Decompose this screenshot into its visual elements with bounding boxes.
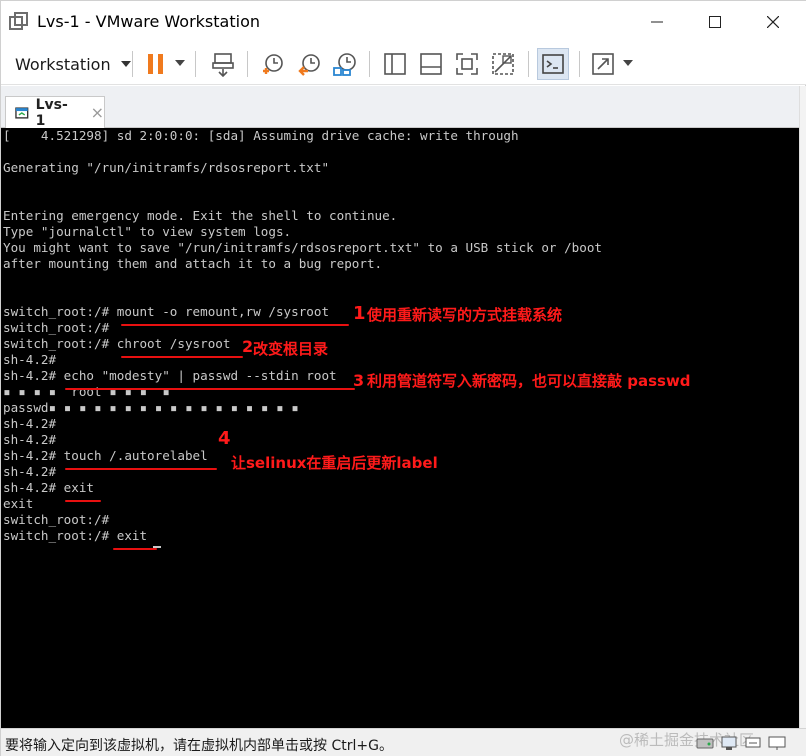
sidebar-layout-icon bbox=[384, 53, 406, 75]
power-dropdown-icon[interactable] bbox=[175, 60, 185, 66]
take-snapshot-button[interactable] bbox=[257, 48, 289, 80]
pause-icon bbox=[148, 54, 163, 74]
console-line: after mounting them and attach it to a b… bbox=[3, 256, 383, 271]
underline-exit-2 bbox=[113, 548, 157, 550]
show-thumbnail-bar-button[interactable] bbox=[415, 48, 447, 80]
console-line: ▪ ▪ ▪ ▪ root ▪ ▪ ▪ ▪ bbox=[3, 384, 170, 399]
toolbar-divider bbox=[195, 51, 196, 77]
maximize-icon bbox=[709, 16, 721, 28]
console-line: switch_root:/# bbox=[3, 512, 110, 527]
toolbar: Workstation bbox=[1, 43, 806, 85]
usb-device-icon[interactable] bbox=[743, 734, 763, 752]
console-line: Entering emergency mode. Exit the shell … bbox=[3, 208, 398, 223]
toolbar-divider bbox=[528, 51, 529, 77]
console-line: switch_root:/# chroot /sysroot bbox=[3, 336, 231, 351]
toolbar-divider bbox=[132, 51, 133, 77]
send-ctrl-alt-del-button[interactable] bbox=[207, 48, 239, 80]
snapshot-manager-button[interactable] bbox=[329, 48, 361, 80]
thumbnail-layout-icon bbox=[420, 53, 442, 75]
console-line: sh-4.2# bbox=[3, 416, 57, 431]
console-view-button[interactable] bbox=[537, 48, 569, 80]
minimize-icon bbox=[651, 21, 663, 23]
vertical-scrollbar[interactable] bbox=[799, 86, 806, 728]
underline-touch bbox=[65, 468, 217, 470]
vm-console[interactable]: [ 4.521298] sd 2:0:0:0: [sda] Assuming d… bbox=[1, 128, 799, 728]
toolbar-divider bbox=[247, 51, 248, 77]
revert-snapshot-icon bbox=[298, 54, 320, 76]
vmware-window: Lvs-1 - VMware Workstation Workstation L… bbox=[0, 0, 806, 756]
snapshot-clock-icon bbox=[263, 54, 283, 74]
display-icon[interactable] bbox=[767, 734, 787, 752]
hard-disk-icon[interactable] bbox=[695, 734, 715, 752]
annotation-passwd: 利用管道符写入新密码，也可以直接敲 passwd bbox=[367, 372, 691, 390]
window-title: Lvs-1 - VMware Workstation bbox=[37, 12, 260, 31]
console-line: sh-4.2# touch /.autorelabel bbox=[3, 448, 208, 463]
stretch-view-button[interactable] bbox=[587, 48, 619, 80]
close-window-button[interactable] bbox=[745, 1, 801, 43]
snapshot-manager-icon bbox=[333, 53, 356, 76]
stretch-icon bbox=[592, 53, 614, 75]
underline-chroot bbox=[121, 356, 243, 358]
console-line: sh-4.2# bbox=[3, 352, 57, 367]
annotation-remount: 使用重新读写的方式挂载系统 bbox=[367, 306, 563, 324]
toolbar-divider bbox=[579, 51, 580, 77]
console-line: Type "journalctl" to view system logs. bbox=[3, 224, 292, 239]
underline-mount bbox=[121, 324, 349, 326]
tab-strip: Lvs-1 × bbox=[1, 86, 799, 129]
underline-echo bbox=[65, 388, 355, 390]
toolbar-divider bbox=[369, 51, 370, 77]
workstation-menu-label: Workstation bbox=[15, 54, 111, 74]
step-marker-2: 2 bbox=[242, 337, 254, 356]
stretch-dropdown-icon[interactable] bbox=[623, 60, 633, 66]
tab-label: Lvs-1 bbox=[35, 96, 68, 129]
unity-button[interactable] bbox=[487, 48, 519, 80]
console-line: sh-4.2# echo "modesty" | passwd --stdin … bbox=[3, 368, 337, 383]
chevron-down-icon bbox=[120, 61, 131, 67]
pause-button[interactable] bbox=[140, 48, 172, 80]
workstation-menu[interactable]: Workstation bbox=[7, 47, 139, 81]
console-line: sh-4.2# bbox=[3, 432, 57, 447]
console-line: [ 4.521298] sd 2:0:0:0: [sda] Assuming d… bbox=[3, 128, 519, 143]
network-adapter-icon[interactable] bbox=[719, 734, 739, 752]
full-screen-button[interactable] bbox=[451, 48, 483, 80]
text-cursor bbox=[153, 546, 161, 548]
console-line: switch_root:/# mount -o remount,rw /sysr… bbox=[3, 304, 330, 319]
console-line: sh-4.2# bbox=[3, 464, 57, 479]
console-line: You might want to save "/run/initramfs/r… bbox=[3, 240, 602, 255]
console-line: sh-4.2# exit bbox=[3, 480, 94, 495]
home-icon bbox=[15, 106, 29, 119]
status-bar: 要将输入定向到该虚拟机，请在虚拟机内部单击或按 Ctrl+G。 @稀土掘金技术社… bbox=[1, 728, 806, 756]
step-marker-1: 1 bbox=[353, 303, 366, 324]
full-screen-icon bbox=[456, 53, 478, 75]
close-icon bbox=[767, 16, 779, 28]
maximize-button[interactable] bbox=[687, 1, 743, 43]
console-line: Generating "/run/initramfs/rdsosreport.t… bbox=[3, 160, 330, 175]
vmware-app-icon bbox=[9, 12, 28, 30]
underline-exit-1 bbox=[65, 500, 101, 502]
show-library-button[interactable] bbox=[379, 48, 411, 80]
network-send-icon bbox=[212, 53, 234, 77]
status-hint: 要将输入定向到该虚拟机，请在虚拟机内部单击或按 Ctrl+G。 bbox=[5, 738, 393, 754]
console-line: passwd▪ ▪ ▪ ▪ ▪ ▪ ▪ ▪ ▪ ▪ ▪ ▪ ▪ ▪ ▪ ▪ ▪ bbox=[3, 400, 299, 415]
step-marker-3: 3 bbox=[353, 371, 365, 390]
annotation-autorelabel: 让selinux在重启后更新label bbox=[231, 454, 438, 472]
console-line: switch_root:/# exit bbox=[3, 528, 148, 543]
annotation-chroot: 改变根目录 bbox=[253, 340, 329, 358]
unity-off-icon bbox=[492, 53, 514, 75]
tab-lvs-1[interactable]: Lvs-1 × bbox=[5, 96, 105, 129]
terminal-icon bbox=[542, 54, 564, 74]
minimize-button[interactable] bbox=[629, 1, 685, 43]
console-line: exit bbox=[3, 496, 34, 511]
console-line: switch_root:/# bbox=[3, 320, 110, 335]
step-marker-4: 4 bbox=[218, 428, 231, 449]
title-bar: Lvs-1 - VMware Workstation bbox=[1, 1, 806, 43]
revert-snapshot-button[interactable] bbox=[293, 48, 325, 80]
tab-close-icon[interactable]: × bbox=[91, 104, 104, 121]
